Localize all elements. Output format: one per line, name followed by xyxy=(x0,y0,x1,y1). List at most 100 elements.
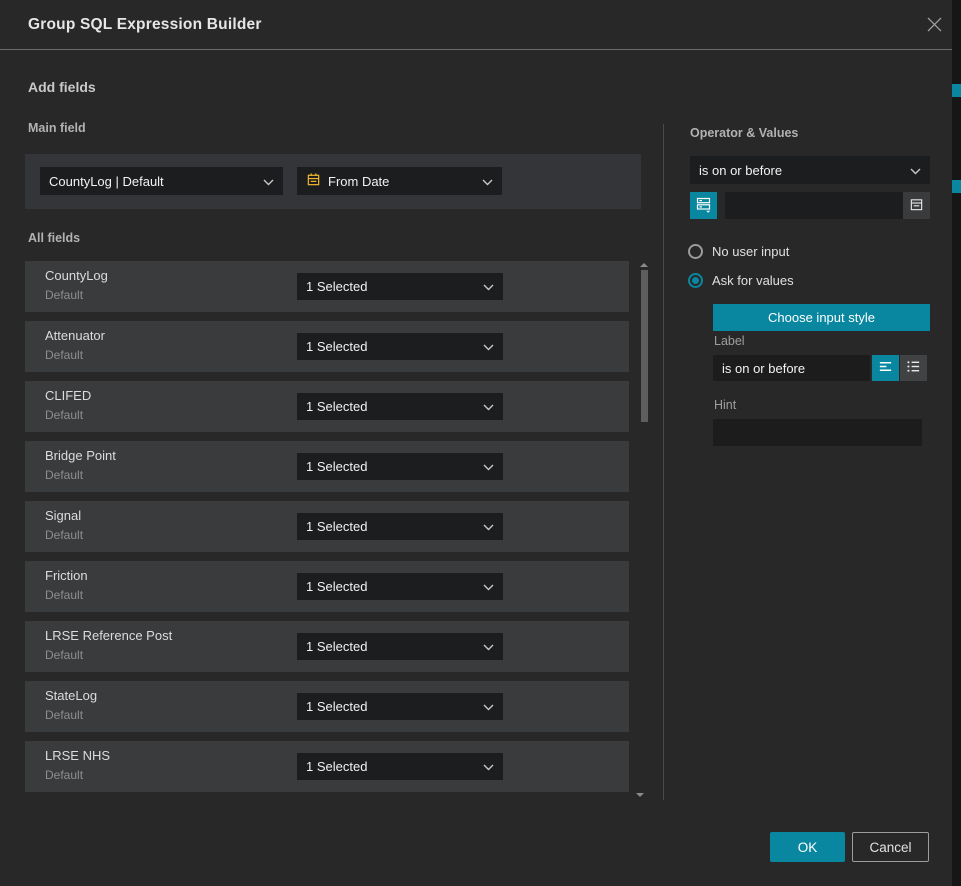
chevron-down-icon xyxy=(483,279,494,294)
field-values-select-value: 1 Selected xyxy=(306,399,476,414)
scroll-up-arrow[interactable] xyxy=(640,263,648,267)
chevron-down-icon xyxy=(482,174,493,189)
field-row: CountyLog Default 1 Selected xyxy=(25,261,629,312)
chevron-down-icon xyxy=(483,339,494,354)
chevron-down-icon xyxy=(263,174,274,189)
field-values-select[interactable]: 1 Selected xyxy=(297,393,503,420)
field-subtitle: Default xyxy=(45,288,83,302)
value-input-group xyxy=(725,192,930,219)
bullet-list-icon xyxy=(906,359,921,377)
field-name: LRSE Reference Post xyxy=(45,628,172,643)
field-subtitle: Default xyxy=(45,468,83,482)
cancel-button[interactable]: Cancel xyxy=(852,832,929,862)
chevron-down-icon xyxy=(483,579,494,594)
field-values-select[interactable]: 1 Selected xyxy=(297,573,503,600)
screen: Group SQL Expression Builder Add fields … xyxy=(0,0,961,886)
value-input-style-button[interactable] xyxy=(690,192,717,219)
chevron-down-icon xyxy=(910,163,921,178)
scrollbar-thumb[interactable] xyxy=(641,270,648,422)
field-subtitle: Default xyxy=(45,588,83,602)
field-values-select-value: 1 Selected xyxy=(306,759,476,774)
choose-input-style-button[interactable]: Choose input style xyxy=(713,304,930,331)
field-row: LRSE NHS Default 1 Selected xyxy=(25,741,629,792)
radio-label: No user input xyxy=(712,244,789,259)
operator-values-heading: Operator & Values xyxy=(690,126,798,140)
field-name: CountyLog xyxy=(45,268,108,283)
chevron-down-icon xyxy=(483,459,494,474)
field-values-select[interactable]: 1 Selected xyxy=(297,633,503,660)
field-name: CLIFED xyxy=(45,388,91,403)
field-values-select[interactable]: 1 Selected xyxy=(297,273,503,300)
field-row: Signal Default 1 Selected xyxy=(25,501,629,552)
stacked-rows-icon xyxy=(695,196,712,216)
field-row: Friction Default 1 Selected xyxy=(25,561,629,612)
panel-divider xyxy=(663,124,664,800)
dialog-title: Group SQL Expression Builder xyxy=(28,0,262,50)
calendar-icon xyxy=(909,197,924,215)
main-field-select-value: From Date xyxy=(328,174,475,189)
field-values-select[interactable]: 1 Selected xyxy=(297,753,503,780)
list-input-toggle[interactable] xyxy=(900,355,927,381)
radio-label: Ask for values xyxy=(712,273,794,288)
field-row: Attenuator Default 1 Selected xyxy=(25,321,629,372)
main-field-select[interactable]: From Date xyxy=(297,167,502,195)
field-values-select-value: 1 Selected xyxy=(306,579,476,594)
field-values-select-value: 1 Selected xyxy=(306,459,476,474)
field-row: StateLog Default 1 Selected xyxy=(25,681,629,732)
add-fields-heading: Add fields xyxy=(28,79,96,95)
main-field-label: Main field xyxy=(28,121,86,135)
dialog-titlebar: Group SQL Expression Builder xyxy=(0,0,952,50)
field-values-select[interactable]: 1 Selected xyxy=(297,693,503,720)
operator-select[interactable]: is on or before xyxy=(690,156,930,184)
field-subtitle: Default xyxy=(45,768,83,782)
underlying-app-strip xyxy=(952,0,961,886)
field-values-select[interactable]: 1 Selected xyxy=(297,333,503,360)
field-values-select-value: 1 Selected xyxy=(306,339,476,354)
main-field-box: CountyLog | Default From Date xyxy=(25,154,641,209)
field-name: LRSE NHS xyxy=(45,748,110,763)
label-input[interactable] xyxy=(713,355,870,381)
chevron-down-icon xyxy=(483,699,494,714)
field-subtitle: Default xyxy=(45,648,83,662)
field-row: LRSE Reference Post Default 1 Selected xyxy=(25,621,629,672)
align-left-icon xyxy=(878,359,893,377)
underlying-accent-mark xyxy=(952,84,961,97)
field-subtitle: Default xyxy=(45,708,83,722)
ok-button[interactable]: OK xyxy=(770,832,845,862)
field-name: Attenuator xyxy=(45,328,105,343)
underlying-accent-mark xyxy=(952,180,961,193)
field-subtitle: Default xyxy=(45,408,83,422)
field-values-select-value: 1 Selected xyxy=(306,519,476,534)
radio-ask-for-values[interactable]: Ask for values xyxy=(688,273,794,288)
field-name: Signal xyxy=(45,508,81,523)
group-sql-expression-builder-dialog: Group SQL Expression Builder Add fields … xyxy=(0,0,952,886)
chevron-down-icon xyxy=(483,639,494,654)
field-subtitle: Default xyxy=(45,528,83,542)
label-caption: Label xyxy=(714,334,745,348)
hint-input[interactable] xyxy=(713,419,922,446)
field-values-select[interactable]: 1 Selected xyxy=(297,453,503,480)
date-value-input[interactable] xyxy=(725,192,903,219)
field-row: CLIFED Default 1 Selected xyxy=(25,381,629,432)
hint-caption: Hint xyxy=(714,398,736,412)
operator-select-value: is on or before xyxy=(699,163,903,178)
field-values-select-value: 1 Selected xyxy=(306,279,476,294)
layer-select-value: CountyLog | Default xyxy=(49,174,256,189)
field-values-select-value: 1 Selected xyxy=(306,639,476,654)
date-picker-button[interactable] xyxy=(903,192,930,219)
field-name: Friction xyxy=(45,568,88,583)
calendar-date-icon xyxy=(306,172,321,190)
scroll-down-arrow[interactable] xyxy=(636,793,644,797)
all-fields-label: All fields xyxy=(28,231,80,245)
single-line-input-toggle[interactable] xyxy=(872,355,899,381)
layer-select[interactable]: CountyLog | Default xyxy=(40,167,283,195)
close-button[interactable] xyxy=(924,15,945,36)
radio-circle-selected xyxy=(688,273,703,288)
field-values-select[interactable]: 1 Selected xyxy=(297,513,503,540)
chevron-down-icon xyxy=(483,519,494,534)
chevron-down-icon xyxy=(483,759,494,774)
close-icon xyxy=(925,15,944,37)
field-name: Bridge Point xyxy=(45,448,116,463)
chevron-down-icon xyxy=(483,399,494,414)
radio-no-user-input[interactable]: No user input xyxy=(688,244,789,259)
